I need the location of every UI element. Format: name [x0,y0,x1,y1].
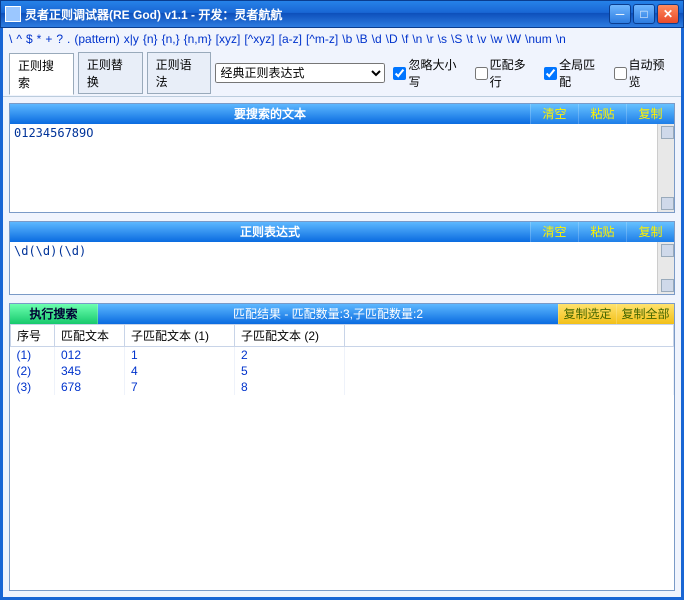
regex-token[interactable]: \d [372,32,382,46]
execute-search-button[interactable]: 执行搜索 [10,304,98,324]
regex-token[interactable]: \S [451,32,462,46]
table-row[interactable]: (3)67878 [11,379,674,395]
preset-combo[interactable]: 经典正则表达式 [215,63,385,83]
regex-token[interactable]: \D [386,32,398,46]
regex-token[interactable]: \v [477,32,486,46]
check-global[interactable]: 全局匹配 [544,56,605,90]
regex-token[interactable]: \s [438,32,447,46]
panel2-copy-button[interactable]: 复制 [626,222,674,242]
regex-token[interactable]: * [37,32,42,46]
tab-search[interactable]: 正则搜索 [9,53,74,95]
regex-token[interactable]: $ [26,32,33,46]
panel1-clear-button[interactable]: 清空 [530,104,578,124]
titlebar: 灵者正则调试器(RE God) v1.1 - 开发：灵者航航 ─ □ ✕ [0,0,684,28]
regex-token[interactable]: {n} [143,32,158,46]
regex-token[interactable]: \n [412,32,422,46]
check-multiline[interactable]: 匹配多行 [475,56,536,90]
regex-input[interactable] [10,242,674,294]
table-row[interactable]: (1)01212 [11,347,674,364]
panel2-title: 正则表达式 [10,222,530,242]
col-header[interactable]: 子匹配文本 (1) [125,325,235,347]
panel1-paste-button[interactable]: 粘贴 [578,104,626,124]
regex-token[interactable]: \t [466,32,473,46]
results-grid[interactable]: 序号匹配文本子匹配文本 (1)子匹配文本 (2) (1)01212(2)3454… [10,324,674,590]
window-title: 灵者正则调试器(RE God) v1.1 - 开发：灵者航航 [25,6,609,23]
regex-token[interactable]: x|y [124,32,139,46]
check-ignorecase[interactable]: 忽略大小写 [393,56,466,90]
regex-token[interactable]: \b [342,32,352,46]
copy-selected-button[interactable]: 复制选定 [558,304,616,324]
regex-token[interactable]: [^m-z] [306,32,338,46]
preset-select[interactable]: 经典正则表达式 [215,63,385,83]
regex-token[interactable]: [^xyz] [244,32,274,46]
regex-token[interactable]: ? [56,32,63,46]
col-header[interactable]: 匹配文本 [55,325,125,347]
panel2-clear-button[interactable]: 清空 [530,222,578,242]
panel-regex: 正则表达式 清空 粘贴 复制 [9,221,675,295]
results-title: 匹配结果 - 匹配数量:3,子匹配数量:2 [98,304,558,324]
regex-token[interactable]: \ [9,32,12,46]
tab-row: 正则搜索 正则替换 正则语法 经典正则表达式 忽略大小写 匹配多行 全局匹配 自… [3,50,681,97]
regex-token[interactable]: \f [402,32,409,46]
panel1-copy-button[interactable]: 复制 [626,104,674,124]
panel-search-text: 要搜索的文本 清空 粘贴 复制 [9,103,675,213]
panel1-title: 要搜索的文本 [10,104,530,124]
regex-token[interactable]: . [67,32,70,46]
close-button[interactable]: ✕ [657,4,679,24]
check-autopreview[interactable]: 自动预览 [614,56,675,90]
regex-token[interactable]: \num [525,32,552,46]
regex-token[interactable]: \W [506,32,521,46]
regex-token[interactable]: \r [426,32,433,46]
regex-token[interactable]: \w [490,32,502,46]
scrollbar[interactable] [657,242,674,294]
table-row[interactable]: (2)34545 [11,363,674,379]
regex-token[interactable]: [xyz] [216,32,241,46]
scrollbar[interactable] [657,124,674,212]
panel-results: 执行搜索 匹配结果 - 匹配数量:3,子匹配数量:2 复制选定 复制全部 序号匹… [9,303,675,591]
regex-token[interactable]: \B [356,32,367,46]
copy-all-button[interactable]: 复制全部 [616,304,674,324]
regex-token[interactable]: \n [556,32,566,46]
col-header[interactable]: 子匹配文本 (2) [235,325,345,347]
col-header[interactable]: 序号 [11,325,55,347]
tab-replace[interactable]: 正则替换 [78,52,143,94]
regex-token[interactable]: ^ [16,32,22,46]
regex-token[interactable]: (pattern) [74,32,119,46]
regex-token[interactable]: + [45,32,52,46]
minimize-button[interactable]: ─ [609,4,631,24]
regex-token[interactable]: {n,m} [184,32,212,46]
tab-syntax[interactable]: 正则语法 [147,52,212,94]
panel2-paste-button[interactable]: 粘贴 [578,222,626,242]
app-icon [5,6,21,22]
regex-token[interactable]: {n,} [162,32,180,46]
maximize-button[interactable]: □ [633,4,655,24]
regex-token-bar: \ ^ $ *+?. (pattern) x|y {n} {n,} {n,m} [xyz][^xy… [3,28,681,50]
search-text-input[interactable] [10,124,674,212]
regex-token[interactable]: [a-z] [279,32,302,46]
